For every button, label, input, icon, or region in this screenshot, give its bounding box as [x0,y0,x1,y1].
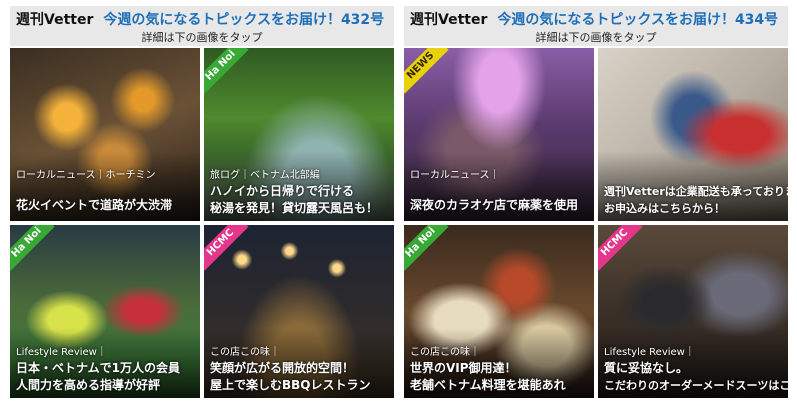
article-subtitle: 秘湯を発見！貸切露天風呂も！ [210,201,379,215]
article-subtitle: こだわりのオーダーメードスーツはここで [604,379,788,392]
article-tile-football-school[interactable]: Ha Noi Lifestyle Review｜ 日本・ベトナムで1万人の会員 … [10,225,200,398]
article-tile-vip-restaurant[interactable]: Ha Noi この店この味｜ 世界のVIP御用達！ 老舗ベトナム料理を堪能あれ [404,225,594,398]
article-category: Lifestyle Review｜ [16,347,107,358]
article-title: 深夜のカラオケ店で麻薬を使用 [410,198,579,212]
article-tile-bbq-rooftop[interactable]: HCMC この店この味｜ 笑顔が広がる開放的空間！ 屋上で楽しむBBQレストラン [204,225,394,398]
article-subtitle: お申込みはこちらから！ [604,202,725,215]
article-tile-karaoke-drugs[interactable]: NEWS ローカルニュース｜ 深夜のカラオケ店で麻薬を使用 [404,48,594,221]
newsletter-title: 週刊Vetter 今週の気になるトピックスをお届け！432号 [16,9,384,29]
article-title: 質に妥協なし。 [604,361,689,375]
newsletter-434: 週刊Vetter 今週の気になるトピックスをお届け！434号 詳細は下の画像をタッ… [404,6,788,398]
article-category: ローカルニュース｜ [410,170,500,181]
article-title: 世界のVIP御用達！ [410,361,517,375]
article-title: 花火イベントで道路が大渋滞 [16,198,173,212]
article-title: 週刊Vetterは企業配送も承っております [604,185,788,198]
article-subtitle: 老舗ベトナム料理を堪能あれ [410,378,566,392]
article-title: 日本・ベトナムで1万人の会員 [16,361,180,375]
article-category: この店この味｜ [210,347,280,358]
article-grid: NEWS ローカルニュース｜ 深夜のカラオケ店で麻薬を使用 週刊Vetterは企… [404,48,788,398]
article-category: Lifestyle Review｜ [604,347,695,358]
newsletter-title: 週刊Vetter 今週の気になるトピックスをお届け！434号 [410,9,778,29]
article-grid: ローカルニュース｜ホーチミン 花火イベントで道路が大渋滞 Ha Noi 旅ログ｜… [10,48,394,398]
article-category: ローカルニュース｜ホーチミン [16,170,156,181]
brand-name: 週刊Vetter [16,12,94,28]
article-tile-hot-spring[interactable]: Ha Noi 旅ログ｜ベトナム北部編 ハノイから日帰りで行ける 秘湯を発見！貸切… [204,48,394,221]
article-tile-corporate-delivery[interactable]: 週刊Vetterは企業配送も承っております お申込みはこちらから！ [598,48,788,221]
article-subtitle: 屋上で楽しむBBQレストラン [210,378,371,392]
newsletter-header: 週刊Vetter 今週の気になるトピックスをお届け！434号 詳細は下の画像をタッ… [404,6,788,46]
article-category: 旅ログ｜ベトナム北部編 [210,170,320,181]
newsletter-header: 週刊Vetter 今週の気になるトピックスをお届け！432号 詳細は下の画像をタッ… [10,6,394,46]
article-title: 笑顔が広がる開放的空間！ [210,361,355,375]
article-tile-custom-suits[interactable]: HCMC Lifestyle Review｜ 質に妥協なし。 こだわりのオーダー… [598,225,788,398]
brand-name: 週刊Vetter [410,12,488,28]
article-title: ハノイから日帰りで行ける [210,184,355,198]
newsletter-432: 週刊Vetter 今週の気になるトピックスをお届け！432号 詳細は下の画像をタッ… [10,6,394,398]
article-tile-fireworks-traffic[interactable]: ローカルニュース｜ホーチミン 花火イベントで道路が大渋滞 [10,48,200,221]
article-category: この店この味｜ [410,347,480,358]
tap-instruction: 詳細は下の画像をタップ [535,31,657,44]
headline: 今週の気になるトピックスをお届け！432号 [103,12,385,28]
article-subtitle: 人間力を高める指導が好評 [16,378,161,392]
headline: 今週の気になるトピックスをお届け！434号 [497,12,779,28]
tap-instruction: 詳細は下の画像をタップ [141,31,263,44]
